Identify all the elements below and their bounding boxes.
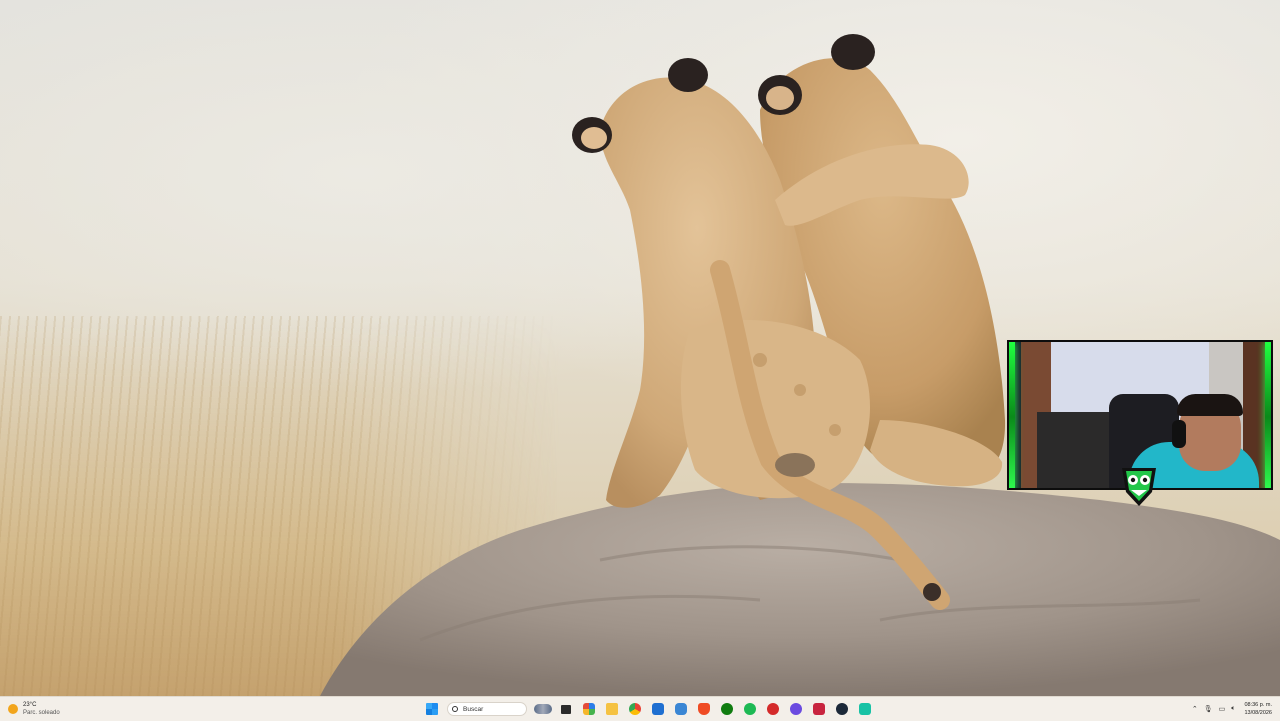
weather-temperature: 23°C	[23, 702, 37, 708]
steam-icon	[835, 703, 848, 715]
spotify-icon	[743, 703, 756, 715]
widgets-button[interactable]	[533, 700, 552, 718]
webcam-glow-right	[1265, 342, 1271, 488]
taskbar-app-4[interactable]	[649, 700, 667, 718]
taskbar: 23°C Parc. soleado Buscar ⌃ 🎙︎ ▭ 🔈︎ 08:3…	[0, 696, 1280, 721]
weather-condition: Parc. soleado	[23, 710, 60, 716]
streamer-logo-icon	[1122, 468, 1156, 506]
search-box[interactable]: Buscar	[447, 702, 527, 716]
streaming-app-icon	[858, 703, 871, 715]
mail-icon	[674, 703, 687, 715]
headphones-icon	[1172, 420, 1186, 448]
windows-logo-icon	[425, 703, 438, 715]
taskbar-app-1[interactable]	[580, 700, 598, 718]
rock	[320, 483, 1280, 696]
webcam-person-hair	[1177, 394, 1243, 416]
taskbar-app-7[interactable]	[718, 700, 736, 718]
taskbar-app-10[interactable]	[787, 700, 805, 718]
store-icon	[651, 703, 664, 715]
taskbar-app-9[interactable]	[764, 700, 782, 718]
network-icon[interactable]: ▭	[1219, 705, 1226, 713]
desktop-wallpaper	[0, 0, 1280, 696]
chevron-up-icon[interactable]: ⌃	[1192, 705, 1198, 713]
taskbar-app-11[interactable]	[810, 700, 828, 718]
clock-time: 08:36 p. m.	[1244, 702, 1272, 708]
taskbar-app-3[interactable]	[626, 700, 644, 718]
sun-icon	[8, 704, 18, 714]
task-view-button[interactable]	[557, 700, 575, 718]
start-button[interactable]	[423, 700, 441, 718]
xbox-icon	[720, 703, 733, 715]
weather-text: 23°C Parc. soleado	[23, 701, 60, 717]
microphone-icon[interactable]: 🎙︎	[1204, 705, 1213, 713]
taskbar-app-13[interactable]	[856, 700, 874, 718]
webcam-glow-left	[1009, 342, 1015, 488]
video-app-icon	[812, 703, 825, 715]
taskbar-app-5[interactable]	[672, 700, 690, 718]
taskbar-app-8[interactable]	[741, 700, 759, 718]
taskbar-center: Buscar	[420, 697, 876, 721]
game-app-icon	[766, 703, 779, 715]
task-view-icon	[560, 704, 571, 714]
taskbar-app-12[interactable]	[833, 700, 851, 718]
brave-icon	[697, 703, 710, 715]
webcam-shelf	[1037, 412, 1117, 488]
discord-icon	[789, 703, 802, 715]
system-tray: ⌃ 🎙︎ ▭ 🔈︎ 08:36 p. m. 13/08/2026	[1189, 697, 1272, 721]
taskbar-app-2[interactable]	[603, 700, 621, 718]
file-explorer-icon	[605, 703, 618, 715]
widgets-icon	[533, 704, 552, 714]
weather-widget[interactable]: 23°C Parc. soleado	[8, 700, 60, 718]
taskbar-app-6[interactable]	[695, 700, 713, 718]
clock-date: 13/08/2026	[1244, 710, 1272, 716]
search-placeholder: Buscar	[463, 705, 484, 713]
clock[interactable]: 08:36 p. m. 13/08/2026	[1244, 701, 1272, 717]
volume-icon[interactable]: 🔈︎	[1231, 705, 1235, 713]
search-icon	[452, 706, 458, 712]
copilot-icon	[582, 703, 595, 715]
chrome-icon	[628, 703, 641, 715]
